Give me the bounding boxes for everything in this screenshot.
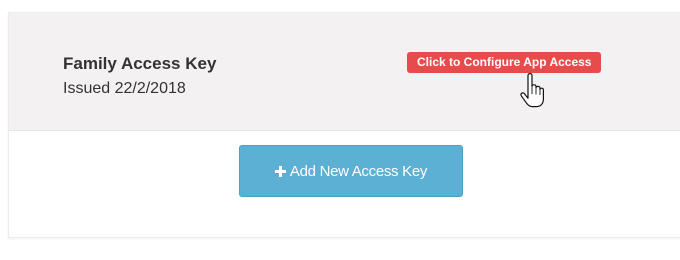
add-new-access-key-label: Add New Access Key [289,162,428,180]
access-key-title: Family Access Key [63,54,217,73]
configure-app-access-button[interactable]: Click to Configure App Access [407,52,602,73]
add-new-access-key-button[interactable]: Add New Access Key [239,145,463,197]
access-key-issued-date: Issued 22/2/2018 [63,80,186,97]
plus-icon [274,165,286,177]
access-keys-panel: Family Access Key Issued 22/2/2018 Click… [8,12,680,238]
